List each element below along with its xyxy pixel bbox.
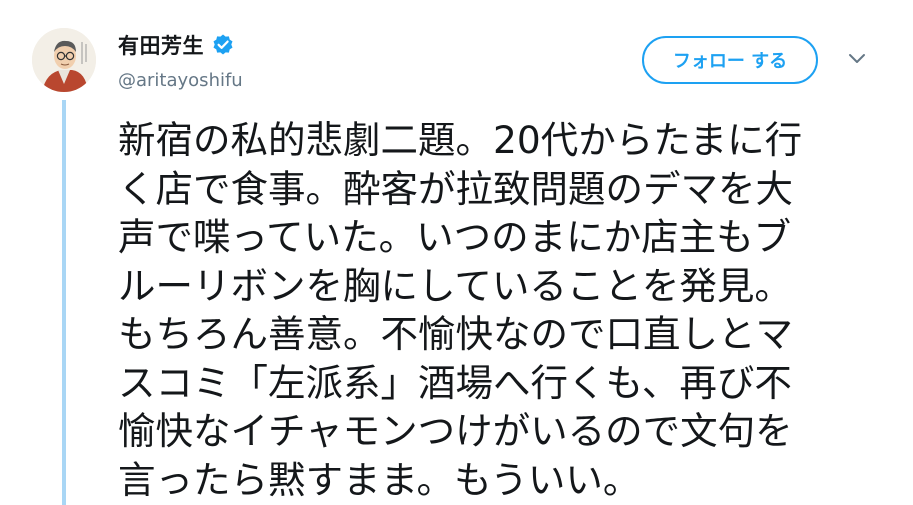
user-name-row: 有田芳生	[118, 30, 235, 60]
thread-connector-line	[62, 100, 66, 505]
chevron-down-icon[interactable]	[848, 53, 866, 65]
tweet-line: 声で喋っていた。いつのまにか店主もブ	[118, 215, 792, 259]
tweet-line: く店で食事。酔客が拉致問題のデマを大	[118, 166, 793, 211]
follow-button[interactable]: フォロー する	[642, 36, 818, 84]
tweet-line: 新宿の私的悲劇二題。20代からたまに行	[118, 118, 803, 162]
verified-badge-icon	[213, 34, 233, 55]
tweet-line: 愉快なイチャモンつけがいるので文句を	[118, 409, 793, 453]
tweet-line: スコミ「左派系」酒場へ行くも、再び不	[118, 360, 792, 405]
avatar[interactable]	[32, 28, 96, 92]
display-name[interactable]: 有田芳生	[118, 30, 204, 60]
avatar-illustration	[32, 28, 96, 92]
tweet-line: もちろん善意。不愉快なので口直しとマ	[118, 312, 793, 356]
tweet-line: ルーリボンを胸にしていることを発見。	[118, 263, 792, 308]
user-handle[interactable]: @aritayoshifu	[118, 70, 243, 91]
tweet-line: 言ったら黙すまま。もういい。	[118, 457, 641, 502]
tweet-text: 新宿の私的悲劇二題。20代からたまに行 く店で食事。酔客が拉致問題のデマを大 声…	[118, 116, 898, 504]
